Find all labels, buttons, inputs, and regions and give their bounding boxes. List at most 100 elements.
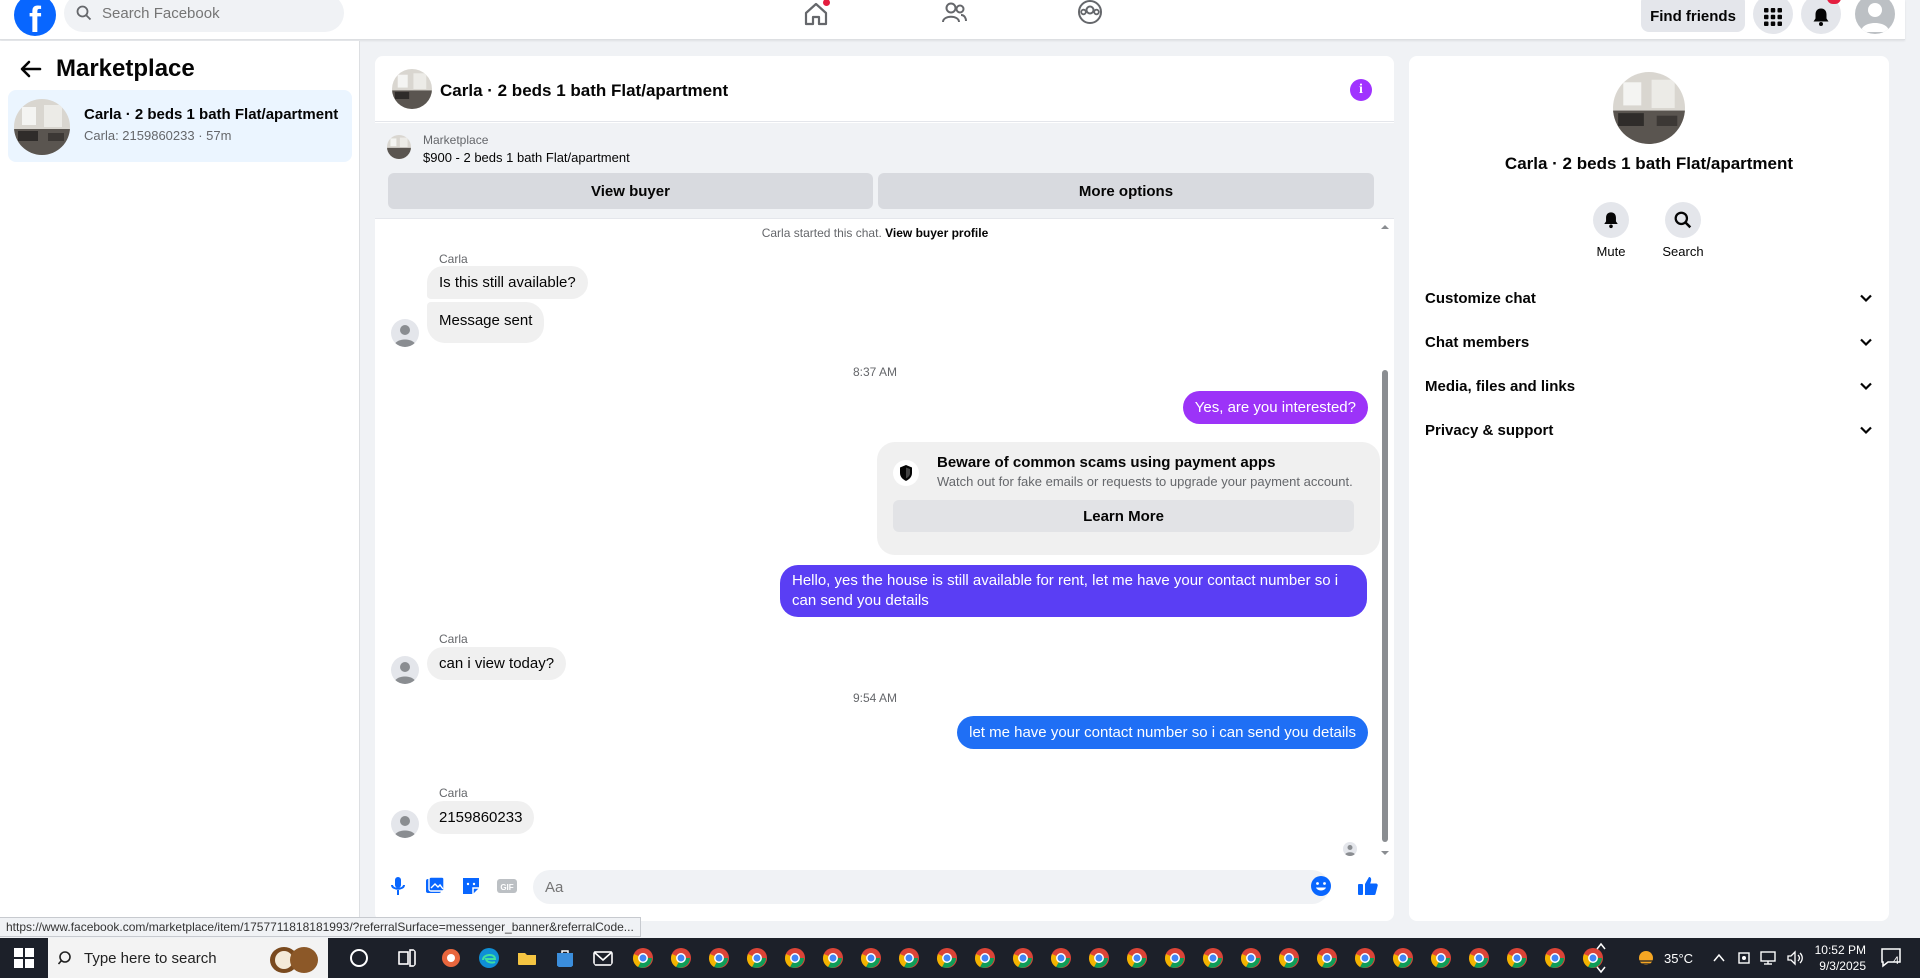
scrollbar-thumb[interactable] [1382,370,1388,842]
incoming-message[interactable]: can i view today? [427,647,567,680]
message-scrollbar[interactable] [1379,220,1391,860]
app-icon[interactable] [440,947,462,969]
chrome-icon[interactable] [860,947,882,969]
chrome-icon[interactable] [1392,947,1414,969]
chrome-icon[interactable] [1544,947,1566,969]
outgoing-message[interactable]: Yes, are you interested? [1182,391,1368,424]
mute-action[interactable]: Mute [1581,202,1641,259]
facebook-search[interactable] [64,0,344,32]
chrome-icon[interactable] [898,947,920,969]
chrome-icon[interactable] [670,947,692,969]
sender-avatar[interactable] [391,810,419,838]
mail-icon[interactable] [592,947,614,969]
outgoing-message[interactable]: Hello, yes the house is still available … [780,565,1367,617]
account-avatar[interactable] [1855,0,1895,34]
taskbar-search[interactable]: Type here to search [48,938,328,978]
store-icon[interactable] [554,947,576,969]
chat-header-thumbnail[interactable] [392,69,432,109]
notification-center[interactable]: 4 [1880,946,1902,973]
chrome-icon[interactable] [1126,947,1148,969]
taskbar-scroll-arrows-icon[interactable] [1595,940,1607,976]
microphone-icon[interactable] [387,875,409,897]
chat-title[interactable]: Carla · 2 beds 1 bath Flat/apartment [440,81,728,101]
cortana-icon[interactable] [348,947,370,969]
conversation-item[interactable]: Carla · 2 beds 1 bath Flat/apartment Car… [8,90,352,162]
chevron-up-icon[interactable] [1712,952,1726,964]
view-buyer-button[interactable]: View buyer [388,173,873,209]
chrome-icon[interactable] [1164,947,1186,969]
chrome-icon[interactable] [632,947,654,969]
info-thumbnail[interactable] [1613,72,1685,144]
search-action[interactable]: Search [1653,202,1713,259]
edge-icon[interactable] [478,947,500,969]
groups-icon[interactable] [1076,0,1104,28]
mute-button[interactable] [1593,202,1629,238]
chrome-icon[interactable] [708,947,730,969]
chrome-icon[interactable] [1278,947,1300,969]
chrome-icon[interactable] [936,947,958,969]
chrome-icon[interactable] [1088,947,1110,969]
system-clock[interactable]: 10:52 PM 9/3/2025 [1806,942,1866,974]
thumbs-up-icon[interactable] [1357,875,1379,897]
view-buyer-profile-link[interactable]: View buyer profile [885,226,988,240]
sticker-icon[interactable] [460,875,482,897]
outgoing-message[interactable]: let me have your contact number so i can… [957,716,1368,749]
chrome-icon[interactable] [1050,947,1072,969]
chrome-icon[interactable] [746,947,768,969]
incoming-message[interactable]: 2159860233 [427,801,535,834]
task-view-icon[interactable] [396,947,418,969]
sender-avatar[interactable] [391,319,419,347]
file-explorer-icon[interactable] [516,947,538,969]
learn-more-button[interactable]: Learn More [893,500,1354,532]
chrome-icon[interactable] [1240,947,1262,969]
chrome-icon[interactable] [1202,947,1224,969]
chat-panel: Carla · 2 beds 1 bath Flat/apartment i M… [375,56,1394,921]
section-label: Customize chat [1425,289,1536,307]
more-options-button[interactable]: More options [878,173,1374,209]
volume-icon[interactable] [1786,950,1804,966]
chrome-icon[interactable] [974,947,996,969]
taskbar-search-text: Type here to search [84,949,217,967]
incoming-message[interactable]: Message sent [427,302,545,343]
sender-avatar[interactable] [391,656,419,684]
top-navigation-bar: f Find friends [0,0,1905,40]
weather-widget[interactable]: 35°C [1634,938,1693,978]
emoji-icon[interactable] [1310,875,1332,897]
notifications-button[interactable] [1801,0,1841,34]
gif-icon[interactable]: GIF [496,875,518,897]
chrome-icon[interactable] [822,947,844,969]
search-icon [76,5,92,21]
message-input[interactable] [533,870,1329,904]
customize-chat-section[interactable]: Customize chat [1425,284,1873,312]
friends-icon[interactable] [940,0,968,28]
chrome-icon[interactable] [1430,947,1452,969]
scroll-down-icon[interactable] [1379,848,1391,858]
chrome-icon[interactable] [1354,947,1376,969]
search-input[interactable] [102,4,322,22]
find-friends-button[interactable]: Find friends [1641,0,1745,32]
media-files-links-section[interactable]: Media, files and links [1425,372,1873,400]
facebook-logo[interactable]: f [14,0,56,36]
incoming-message[interactable]: Is this still available? [427,266,588,299]
chrome-icon[interactable] [1316,947,1338,969]
room-photo-icon [14,99,70,155]
menu-button[interactable] [1753,0,1793,34]
windows-start-icon[interactable] [14,948,34,968]
meet-now-icon[interactable] [1736,950,1752,966]
privacy-support-section[interactable]: Privacy & support [1425,416,1873,444]
search-chat-button[interactable] [1665,202,1701,238]
chrome-icon[interactable] [1012,947,1034,969]
chrome-icon[interactable] [1506,947,1528,969]
back-arrow-icon[interactable] [18,56,44,82]
chrome-icon[interactable] [784,947,806,969]
scroll-up-icon[interactable] [1379,222,1391,232]
svg-text:GIF: GIF [500,883,513,892]
photo-icon[interactable] [424,875,446,897]
chevron-down-icon [1860,338,1872,347]
banner-listing[interactable]: $900 - 2 beds 1 bath Flat/apartment [423,150,630,165]
network-icon[interactable] [1760,950,1778,966]
chat-members-section[interactable]: Chat members [1425,328,1873,356]
chrome-icon[interactable] [1468,947,1490,969]
message-list: Carla started this chat. View buyer prof… [375,220,1394,860]
info-icon[interactable]: i [1350,79,1372,101]
